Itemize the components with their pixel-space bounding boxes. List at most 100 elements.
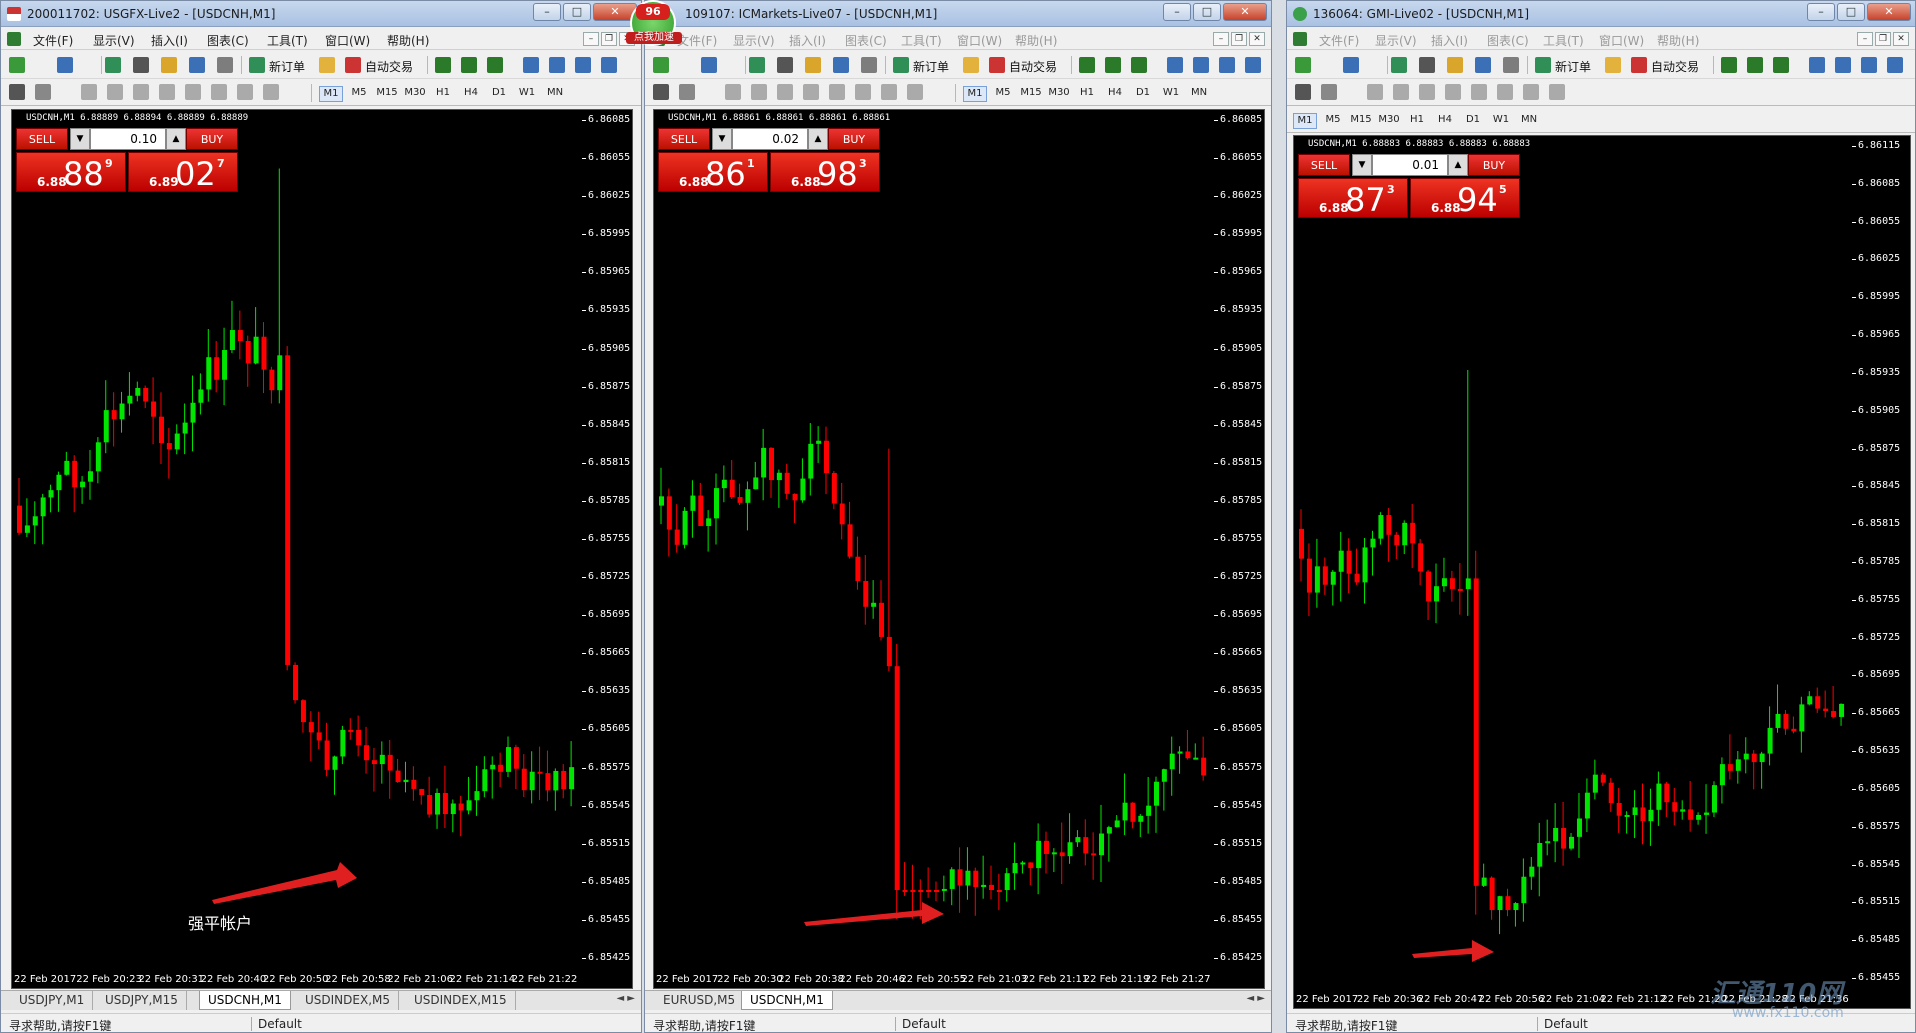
new-chart-icon[interactable]	[9, 57, 25, 73]
timeframe-h1[interactable]: H1	[1075, 86, 1099, 100]
lot-increase-button[interactable]: ▲	[166, 128, 186, 150]
terminal-icon[interactable]	[189, 57, 205, 73]
fibo-icon[interactable]	[185, 84, 201, 100]
new-order-icon[interactable]	[249, 57, 265, 73]
favorites-icon[interactable]	[161, 57, 177, 73]
arrows-icon[interactable]	[1549, 84, 1565, 100]
candlestick-icon[interactable]	[461, 57, 477, 73]
terminal-icon[interactable]	[833, 57, 849, 73]
search-icon[interactable]	[1219, 57, 1235, 73]
grid-icon[interactable]	[601, 57, 617, 73]
market-watch-icon[interactable]	[749, 57, 765, 73]
vertical-line-icon[interactable]	[81, 84, 97, 100]
menu-file[interactable]: 文件(F)	[33, 32, 73, 49]
close-button[interactable]: ✕	[1223, 3, 1267, 21]
tab-scroll-arrows[interactable]: ◄ ►	[1246, 993, 1265, 1004]
bar-chart-icon[interactable]	[1721, 57, 1737, 73]
lot-size-input[interactable]: 0.10	[90, 128, 166, 150]
label-icon[interactable]	[1523, 84, 1539, 100]
menu-view[interactable]: 显示(V)	[93, 32, 135, 49]
auto-trading-button[interactable]: 自动交易	[1009, 58, 1057, 75]
profiles-icon[interactable]	[701, 57, 717, 73]
accelerator-badge[interactable]: 96 点我加速	[626, 0, 682, 46]
lot-decrease-button[interactable]: ▼	[1352, 154, 1372, 176]
new-chart-icon[interactable]	[1295, 57, 1311, 73]
lot-decrease-button[interactable]: ▼	[712, 128, 732, 150]
fibo-icon[interactable]	[1471, 84, 1487, 100]
menu-charts[interactable]: 图表(C)	[845, 32, 887, 49]
lot-decrease-button[interactable]: ▼	[70, 128, 90, 150]
timeframe-m5[interactable]: M5	[1321, 113, 1345, 127]
sell-button[interactable]: SELL	[658, 128, 710, 150]
crosshair-icon[interactable]	[679, 84, 695, 100]
timeframe-w1[interactable]: W1	[1489, 113, 1513, 127]
timeframe-mn[interactable]: MN	[1517, 113, 1541, 127]
timeframe-m30[interactable]: M30	[403, 86, 427, 100]
minimize-button[interactable]: –	[1163, 3, 1191, 21]
timeframe-w1[interactable]: W1	[1159, 86, 1183, 100]
mdi-restore-button[interactable]: ❐	[1231, 32, 1247, 46]
navigator-icon[interactable]	[133, 57, 149, 73]
candlestick-icon[interactable]	[1747, 57, 1763, 73]
timeframe-m15[interactable]: M15	[1019, 86, 1043, 100]
new-chart-icon[interactable]	[653, 57, 669, 73]
chart-tab-active[interactable]: USDCNH,M1	[741, 991, 833, 1010]
menu-tools[interactable]: 工具(T)	[901, 32, 942, 49]
mdi-close-button[interactable]: ✕	[1893, 32, 1909, 46]
zoom-out-icon[interactable]	[1193, 57, 1209, 73]
chart-tab[interactable]: USDJPY,M1	[11, 991, 94, 1010]
menu-window[interactable]: 窗口(W)	[1599, 32, 1644, 49]
trendline-icon[interactable]	[133, 84, 149, 100]
new-order-icon[interactable]	[1535, 57, 1551, 73]
candlestick-icon[interactable]	[1105, 57, 1121, 73]
auto-trading-icon[interactable]	[989, 57, 1005, 73]
timeframe-m30[interactable]: M30	[1047, 86, 1071, 100]
lot-increase-button[interactable]: ▲	[1448, 154, 1468, 176]
search-icon[interactable]	[1861, 57, 1877, 73]
menu-help[interactable]: 帮助(H)	[1657, 32, 1699, 49]
timeframe-h4[interactable]: H4	[1433, 113, 1457, 127]
timeframe-d1[interactable]: D1	[1461, 113, 1485, 127]
mdi-minimize-button[interactable]: –	[583, 32, 599, 46]
timeframe-d1[interactable]: D1	[487, 86, 511, 100]
tester-icon[interactable]	[217, 57, 233, 73]
channel-icon[interactable]	[159, 84, 175, 100]
title-bar[interactable]: 109107: ICMarkets-Live07 - [USDCNH,M1] –…	[645, 1, 1271, 27]
sell-button[interactable]: SELL	[1298, 154, 1350, 176]
ask-price[interactable]: 6.88 94 5	[1410, 178, 1520, 219]
menu-help[interactable]: 帮助(H)	[387, 32, 429, 49]
label-icon[interactable]	[881, 84, 897, 100]
crosshair-icon[interactable]	[35, 84, 51, 100]
timeframe-h4[interactable]: H4	[1103, 86, 1127, 100]
price-chart[interactable]: USDCNH,M1 6.88889 6.88894 6.88889 6.8888…	[11, 109, 633, 989]
chart-tab[interactable]: USDINDEX,M15	[406, 991, 516, 1010]
new-order-button[interactable]: 新订单	[269, 58, 305, 75]
zoom-out-icon[interactable]	[1835, 57, 1851, 73]
zoom-in-icon[interactable]	[1809, 57, 1825, 73]
new-order-button[interactable]: 新订单	[1555, 58, 1591, 75]
trendline-icon[interactable]	[777, 84, 793, 100]
close-button[interactable]: ✕	[1867, 3, 1911, 21]
bar-chart-icon[interactable]	[435, 57, 451, 73]
timeframe-h4[interactable]: H4	[459, 86, 483, 100]
arrows-icon[interactable]	[263, 84, 279, 100]
menu-help[interactable]: 帮助(H)	[1015, 32, 1057, 49]
grid-icon[interactable]	[1245, 57, 1261, 73]
timeframe-m5[interactable]: M5	[991, 86, 1015, 100]
title-bar[interactable]: 200011702: USGFX-Live2 - [USDCNH,M1] – □…	[1, 1, 641, 27]
text-icon[interactable]	[211, 84, 227, 100]
menu-window[interactable]: 窗口(W)	[957, 32, 1002, 49]
timeframe-h1[interactable]: H1	[431, 86, 455, 100]
metaeditor-icon[interactable]	[1605, 57, 1621, 73]
ask-price[interactable]: 6.89 02 7	[128, 152, 238, 193]
cursor-icon[interactable]	[9, 84, 25, 100]
lot-increase-button[interactable]: ▲	[808, 128, 828, 150]
text-icon[interactable]	[1497, 84, 1513, 100]
minimize-button[interactable]: –	[533, 3, 561, 21]
ask-price[interactable]: 6.88 98 3	[770, 152, 880, 193]
menu-view[interactable]: 显示(V)	[1375, 32, 1417, 49]
channel-icon[interactable]	[803, 84, 819, 100]
chart-tab[interactable]: USDINDEX,M5	[297, 991, 400, 1010]
lot-size-input[interactable]: 0.01	[1372, 154, 1448, 176]
chart-tab[interactable]: USDJPY,M15	[97, 991, 187, 1010]
